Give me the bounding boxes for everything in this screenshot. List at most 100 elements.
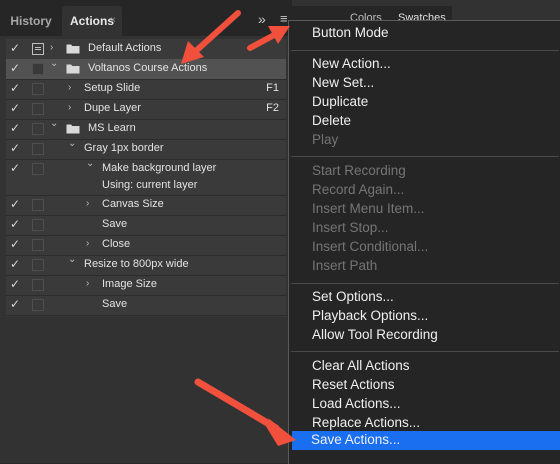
chevron-right-icon[interactable]: › — [68, 82, 71, 93]
action-label: Close — [102, 238, 131, 250]
toggle-dialog-icon[interactable] — [32, 219, 44, 231]
toggle-dialog-icon[interactable] — [32, 299, 44, 311]
action-row[interactable]: ✓ › Dupe Layer F2 — [6, 99, 286, 119]
chevron-right-icon[interactable]: › — [50, 42, 53, 53]
toggle-dialog-icon[interactable] — [32, 43, 44, 55]
toggle-dialog-icon[interactable] — [32, 123, 44, 135]
action-label: Canvas Size — [102, 198, 164, 210]
action-row[interactable]: ✓ › Canvas Size — [6, 195, 286, 215]
panel-tab-bar: History Actions × » ≡ — [0, 0, 292, 36]
toggle-item-checkmark-icon[interactable]: ✓ — [10, 197, 20, 211]
toggle-dialog-icon[interactable] — [32, 279, 44, 291]
folder-icon — [66, 43, 80, 54]
toggle-item-checkmark-icon[interactable]: ✓ — [10, 257, 20, 271]
chevron-right-icon[interactable]: › — [68, 102, 71, 113]
toggle-item-checkmark-icon[interactable]: ✓ — [10, 237, 20, 251]
toggle-item-checkmark-icon[interactable]: ✓ — [10, 161, 20, 175]
panel-menu-icon[interactable]: ≡ — [280, 11, 288, 26]
menu-separator — [291, 50, 559, 51]
tab-history[interactable]: History — [0, 6, 62, 36]
action-row[interactable]: ✓ › Setup Slide F1 — [6, 79, 286, 99]
menu-item-clear-all-actions[interactable]: Clear All Actions — [312, 358, 410, 373]
chevron-down-icon[interactable]: ⌄ — [50, 118, 58, 129]
menu-item-replace-actions[interactable]: Replace Actions... — [312, 415, 420, 430]
action-label: Save — [102, 298, 128, 310]
menu-item-reset-actions[interactable]: Reset Actions — [312, 377, 395, 392]
toggle-item-checkmark-icon[interactable]: ✓ — [10, 101, 20, 115]
function-key-label: F2 — [266, 102, 279, 114]
toggle-dialog-icon[interactable] — [32, 239, 44, 251]
toggle-dialog-icon[interactable] — [32, 163, 44, 175]
action-row[interactable]: ✓ ⌄ MS Learn — [6, 118, 286, 139]
menu-item-insert-stop: Insert Stop... — [312, 220, 389, 235]
toggle-item-checkmark-icon[interactable]: ✓ — [10, 141, 20, 155]
action-label: MS Learn — [88, 122, 136, 134]
action-row[interactable]: ✓ ⌄ Resize to 800px wide — [6, 254, 286, 275]
action-row[interactable]: ✓ Save — [6, 295, 286, 315]
action-label: Gray 1px border — [84, 142, 164, 154]
menu-item-insert-path: Insert Path — [312, 258, 378, 273]
chevron-right-icon[interactable]: › — [86, 278, 89, 289]
folder-icon — [66, 63, 80, 74]
toggle-item-checkmark-icon[interactable]: ✓ — [10, 277, 20, 291]
action-label: Save — [102, 218, 128, 230]
toggle-item-checkmark-icon[interactable]: ✓ — [10, 41, 20, 55]
toggle-dialog-icon[interactable] — [32, 143, 44, 155]
action-row[interactable]: ✓ › Close — [6, 235, 286, 255]
folder-icon — [66, 123, 80, 134]
toggle-item-checkmark-icon[interactable]: ✓ — [10, 61, 20, 75]
action-row[interactable]: ✓ ⌄ Voltanos Course Actions — [6, 58, 286, 79]
action-row[interactable]: ✓ ⌄ Make background layer Using: current la… — [6, 158, 286, 195]
menu-item-playback-options[interactable]: Playback Options... — [312, 308, 428, 323]
toggle-dialog-icon[interactable] — [32, 199, 44, 211]
toggle-dialog-icon[interactable] — [32, 83, 44, 95]
menu-separator — [291, 156, 559, 157]
row-divider — [6, 315, 286, 316]
action-label: Setup Slide — [84, 82, 141, 94]
chevron-down-icon[interactable]: ⌄ — [86, 158, 94, 169]
menu-item-load-actions[interactable]: Load Actions... — [312, 396, 401, 411]
toggle-item-checkmark-icon[interactable]: ✓ — [10, 121, 20, 135]
action-row[interactable]: ✓ › Image Size — [6, 275, 286, 295]
menu-separator — [291, 351, 559, 352]
toggle-dialog-icon[interactable] — [32, 259, 44, 271]
menu-item-insert-menu-item: Insert Menu Item... — [312, 201, 425, 216]
menu-item-start-recording: Start Recording — [312, 163, 406, 178]
action-step-detail: Using: current layer — [102, 179, 198, 191]
menu-item-button-mode[interactable]: Button Mode — [312, 25, 389, 40]
function-key-label: F1 — [266, 82, 279, 94]
menu-item-delete[interactable]: Delete — [312, 113, 351, 128]
toggle-item-checkmark-icon[interactable]: ✓ — [10, 217, 20, 231]
toggle-item-checkmark-icon[interactable]: ✓ — [10, 297, 20, 311]
actions-panel-flyout-menu: Button Mode New Action... New Set... Dup… — [288, 20, 560, 464]
chevron-down-icon[interactable]: ⌄ — [50, 58, 58, 69]
collapse-icon[interactable]: » — [258, 11, 266, 27]
action-label: Resize to 800px wide — [84, 258, 189, 270]
action-label: Make background layer — [102, 162, 217, 174]
menu-item-play: Play — [312, 132, 339, 147]
menu-item-record-again: Record Again... — [312, 182, 405, 197]
chevron-right-icon[interactable]: › — [86, 198, 89, 209]
toggle-dialog-icon[interactable] — [32, 103, 44, 115]
action-label: Image Size — [102, 278, 158, 290]
toggle-dialog-icon[interactable] — [32, 63, 44, 75]
chevron-down-icon[interactable]: ⌄ — [68, 138, 76, 149]
action-row[interactable]: ✓ ⌄ Gray 1px border — [6, 138, 286, 159]
menu-item-new-action[interactable]: New Action... — [312, 56, 391, 71]
actions-panel: History Actions × » ≡ ✓ › Default Actions ✓… — [0, 0, 292, 463]
menu-item-set-options[interactable]: Set Options... — [312, 289, 394, 304]
menu-item-duplicate[interactable]: Duplicate — [312, 94, 368, 109]
actions-list: ✓ › Default Actions ✓ ⌄ Voltanos Course Actio… — [6, 39, 286, 317]
menu-item-new-set[interactable]: New Set... — [312, 75, 374, 90]
action-row[interactable]: ✓ › Default Actions — [6, 39, 286, 59]
action-row[interactable]: ✓ Save — [6, 215, 286, 235]
menu-item-allow-tool-recording[interactable]: Allow Tool Recording — [312, 327, 438, 342]
toggle-item-checkmark-icon[interactable]: ✓ — [10, 81, 20, 95]
chevron-down-icon[interactable]: ⌄ — [68, 254, 76, 265]
action-label: Dupe Layer — [84, 102, 141, 114]
menu-separator — [291, 283, 559, 284]
close-icon[interactable]: × — [110, 15, 116, 26]
chevron-right-icon[interactable]: › — [86, 238, 89, 249]
menu-item-insert-conditional: Insert Conditional... — [312, 239, 429, 254]
menu-item-save-actions[interactable]: Save Actions... — [311, 432, 400, 447]
